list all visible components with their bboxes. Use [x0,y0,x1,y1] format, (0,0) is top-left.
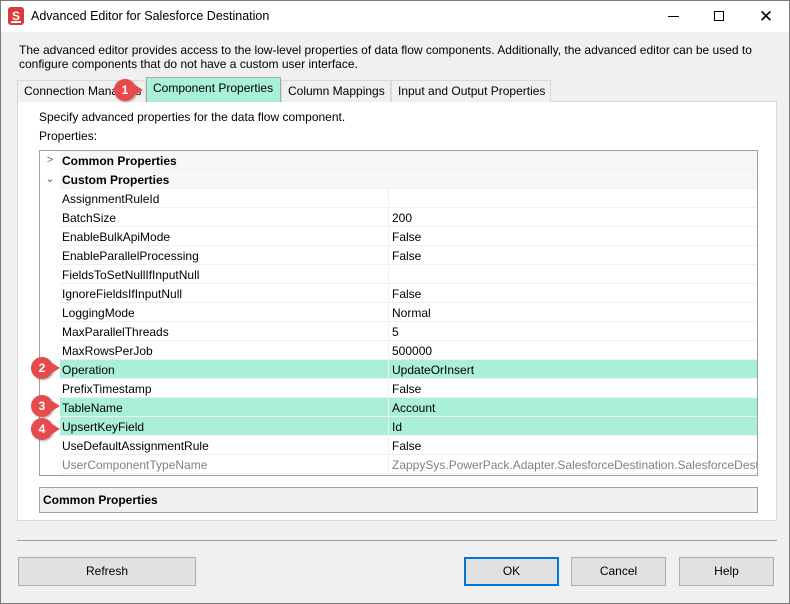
cancel-button[interactable]: Cancel [571,557,666,586]
maximize-icon [714,11,724,21]
property-row[interactable]: IgnoreFieldsIfInputNull False [40,284,757,303]
callout-badge-4: 4 [31,418,60,440]
chevron-right-icon[interactable]: > [42,151,58,170]
tab-input-output-properties[interactable]: Input and Output Properties [391,80,551,102]
property-value: ZappySys.PowerPack.Adapter.SalesforceDes… [389,455,757,474]
title-bar[interactable]: S Advanced Editor for Salesforce Destina… [1,1,789,32]
category-common-properties[interactable]: > Common Properties [40,151,757,170]
property-value[interactable]: Normal [389,303,757,322]
callout-badge-2: 2 [31,357,60,379]
chevron-down-icon[interactable]: ⌄ [42,170,58,189]
property-value[interactable] [389,265,757,284]
property-name: AssignmentRuleId [60,189,389,208]
category-custom-properties[interactable]: ⌄ Custom Properties [40,170,757,189]
salesforce-destination-icon: S [8,7,24,25]
page-instruction: Specify advanced properties for the data… [39,110,346,124]
property-name: PrefixTimestamp [60,379,389,398]
property-value[interactable]: False [389,436,757,455]
category-label: Common Properties [60,151,757,170]
property-help-panel: Common Properties [39,487,758,513]
maximize-button[interactable] [697,1,743,32]
help-button[interactable]: Help [679,557,774,586]
close-icon: ✕ [758,7,774,26]
property-value[interactable]: 5 [389,322,757,341]
property-name: FieldsToSetNullIfInputNull [60,265,389,284]
property-name: LoggingMode [60,303,389,322]
property-row[interactable]: LoggingMode Normal [40,303,757,322]
property-row[interactable]: FieldsToSetNullIfInputNull [40,265,757,284]
property-row[interactable]: AssignmentRuleId [40,189,757,208]
property-name: TableName [60,398,389,417]
property-name: MaxRowsPerJob [60,341,389,360]
tab-component-properties[interactable]: Component Properties [146,77,281,102]
property-row-operation[interactable]: Operation UpdateOrInsert [40,360,757,379]
property-grid[interactable]: > Common Properties ⌄ Custom Properties … [39,150,758,476]
property-value[interactable]: 200 [389,208,757,227]
property-value[interactable]: Account [389,398,757,417]
property-row[interactable]: EnableBulkApiMode False [40,227,757,246]
property-value[interactable]: False [389,246,757,265]
property-row[interactable]: PrefixTimestamp False [40,379,757,398]
property-row[interactable]: BatchSize 200 [40,208,757,227]
property-name: UpsertKeyField [60,417,389,436]
callout-badge-1: 1 [114,79,143,101]
divider [17,540,777,541]
property-value[interactable]: 500000 [389,341,757,360]
property-value[interactable]: False [389,379,757,398]
refresh-button[interactable]: Refresh [18,557,196,586]
category-label: Custom Properties [60,170,757,189]
editor-description: The advanced editor provides access to t… [19,43,752,71]
property-name: BatchSize [60,208,389,227]
property-row[interactable]: UseDefaultAssignmentRule False [40,436,757,455]
property-value[interactable]: UpdateOrInsert [389,360,757,379]
property-name: MaxParallelThreads [60,322,389,341]
property-value[interactable]: False [389,284,757,303]
advanced-editor-window: S Advanced Editor for Salesforce Destina… [0,0,790,604]
callout-badge-3: 3 [31,395,60,417]
property-row[interactable]: MaxParallelThreads 5 [40,322,757,341]
properties-label: Properties: [39,129,98,143]
property-name: UserComponentTypeName [60,455,389,474]
minimize-icon [668,16,679,17]
property-name: IgnoreFieldsIfInputNull [60,284,389,303]
property-name: EnableBulkApiMode [60,227,389,246]
window-title: Advanced Editor for Salesforce Destinati… [31,9,270,23]
property-name: EnableParallelProcessing [60,246,389,265]
property-name: Operation [60,360,389,379]
minimize-button[interactable] [651,1,697,32]
property-row[interactable]: EnableParallelProcessing False [40,246,757,265]
tab-column-mappings[interactable]: Column Mappings [281,80,391,102]
property-value[interactable]: False [389,227,757,246]
property-row-tablename[interactable]: TableName Account [40,398,757,417]
property-name: UseDefaultAssignmentRule [60,436,389,455]
property-row[interactable]: UserComponentTypeName ZappySys.PowerPack… [40,455,757,474]
property-row[interactable]: MaxRowsPerJob 500000 [40,341,757,360]
ok-button[interactable]: OK [464,557,559,586]
property-row-upsertkeyfield[interactable]: UpsertKeyField Id [40,417,757,436]
close-button[interactable]: ✕ [743,1,789,32]
property-value[interactable]: Id [389,417,757,436]
property-value[interactable] [389,189,757,208]
